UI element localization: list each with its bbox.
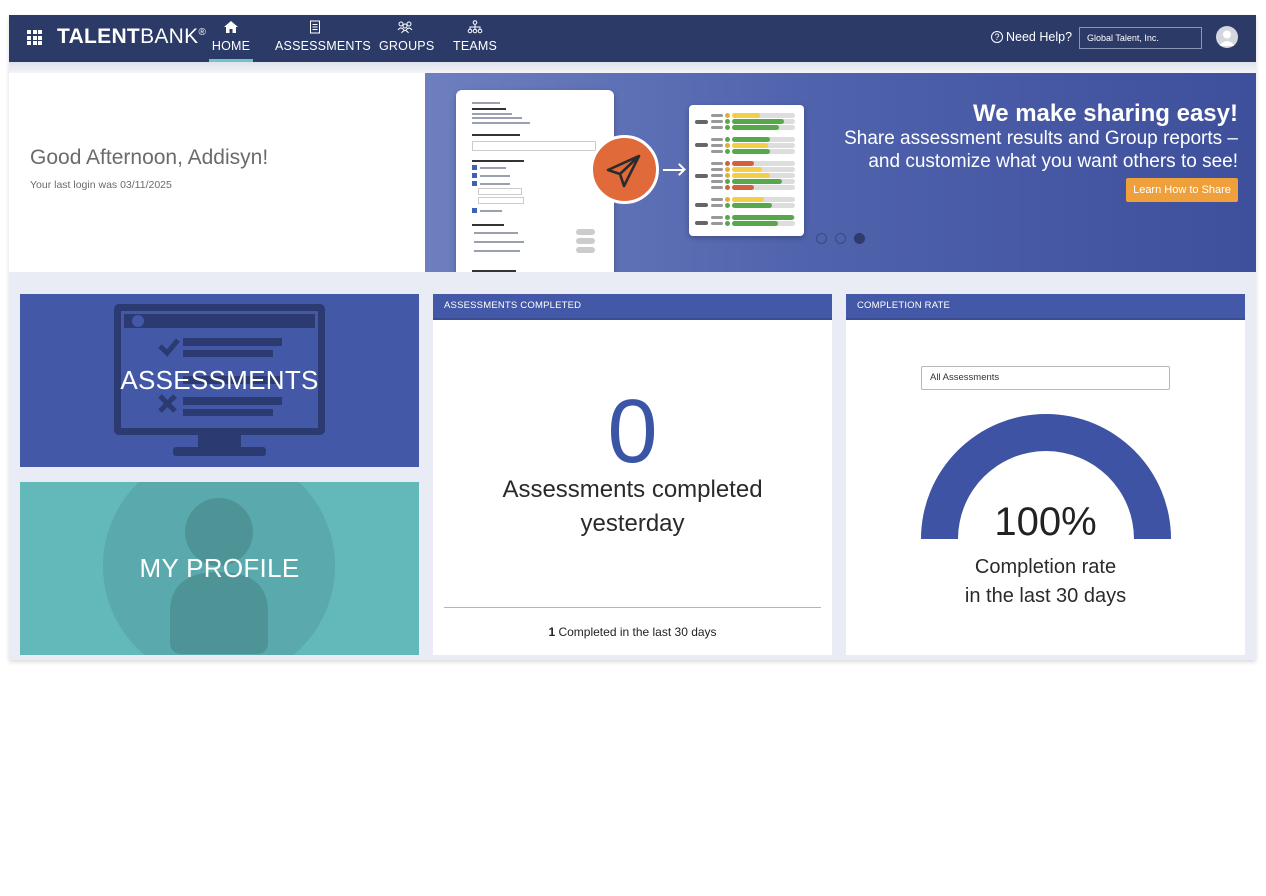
last-login-text: Your last login was 03/11/2025 (30, 179, 172, 191)
assessments-completed-value: 0 (607, 382, 658, 482)
my-profile-tile-label: MY PROFILE (139, 553, 300, 583)
greeting-title: Good Afternoon, Addisyn! (30, 146, 269, 169)
assessments-completed-card: ASSESSMENTS COMPLETED 0 Assessments comp… (433, 294, 832, 655)
completion-rate-card: COMPLETION RATE All Assessments 100% Com… (846, 294, 1245, 655)
nav-groups[interactable]: GROUPS (379, 15, 435, 62)
completed-30-days-text: 1 Completed in the last 30 days (433, 625, 832, 639)
carousel-dot-1[interactable] (816, 233, 827, 244)
completion-caption-line1: Completion rate (974, 556, 1117, 578)
banner-body: Share assessment results and Group repor… (844, 128, 1238, 172)
talentbank-logo[interactable]: TALENTBANK® (57, 25, 206, 49)
report-chart-illustration (689, 105, 804, 236)
completed-30-days-label: Completed in the last 30 days (555, 625, 717, 639)
clipboard-icon (310, 20, 320, 34)
nav-assessments[interactable]: ASSESSMENTS (275, 15, 371, 62)
need-help-link[interactable]: ? Need Help? (991, 30, 1072, 44)
greeting-panel: Good Afternoon, Addisyn! Your last login… (9, 73, 425, 272)
nav-home-label: HOME (211, 39, 251, 53)
card-divider (444, 607, 821, 608)
user-avatar-icon (1219, 30, 1235, 46)
groups-icon (397, 21, 413, 34)
user-avatar[interactable] (1216, 26, 1238, 48)
nav-home[interactable]: HOME (209, 15, 253, 62)
assessments-caption-line1: Assessments completed (502, 476, 763, 503)
app-grid-icon[interactable] (27, 30, 42, 45)
arrow-right-icon (663, 169, 683, 171)
assessments-completed-header: ASSESSMENTS COMPLETED (433, 294, 832, 320)
nav-assessments-label: ASSESSMENTS (275, 39, 371, 53)
completion-caption-line2: in the last 30 days (964, 585, 1127, 607)
assessments-caption-line2: yesterday (580, 510, 685, 537)
hierarchy-icon (467, 20, 483, 34)
carousel-dot-2[interactable] (835, 233, 846, 244)
my-profile-tile[interactable]: MY PROFILE (20, 482, 419, 655)
home-icon (224, 21, 238, 33)
promo-banner: We make sharing easy! Share assessment r… (425, 73, 1256, 272)
nav-separator (9, 62, 1256, 73)
assessments-tile-label: ASSESSMENTS (120, 365, 319, 395)
assessments-tile[interactable]: ASSESSMENTS (20, 294, 419, 467)
banner-heading: We make sharing easy! (972, 100, 1238, 127)
organization-select[interactable]: Global Talent, Inc. (1079, 27, 1202, 49)
share-form-illustration (456, 90, 614, 272)
nav-groups-label: GROUPS (379, 39, 435, 53)
completion-rate-header: COMPLETION RATE (846, 294, 1245, 320)
completion-rate-value: 100% (994, 500, 1097, 544)
nav-teams-label: TEAMS (453, 39, 498, 53)
send-icon (590, 135, 659, 204)
learn-how-to-share-button[interactable]: Learn How to Share (1126, 178, 1238, 202)
top-nav: TALENTBANK® HOME ASSESSMENTS GROUPS TEAM… (9, 15, 1256, 62)
nav-teams[interactable]: TEAMS (453, 15, 497, 62)
app-window: TALENTBANK® HOME ASSESSMENTS GROUPS TEAM… (9, 15, 1256, 660)
help-icon: ? (991, 31, 1003, 43)
carousel-dot-3[interactable] (854, 233, 865, 244)
need-help-label: Need Help? (1006, 30, 1073, 44)
assessment-filter-select[interactable]: All Assessments (921, 366, 1170, 390)
